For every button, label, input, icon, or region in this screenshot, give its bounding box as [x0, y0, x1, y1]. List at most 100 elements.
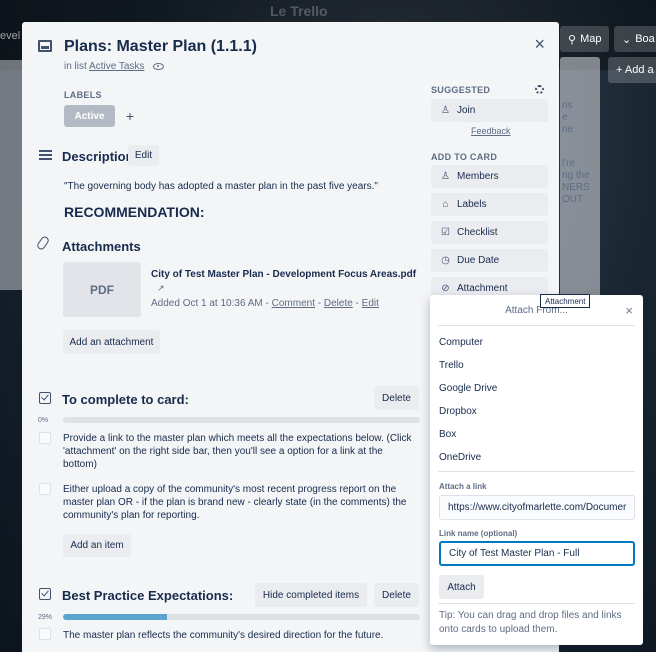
members-button[interactable]: ♙ Members: [431, 165, 548, 188]
gear-icon[interactable]: [535, 85, 544, 94]
list-fragment: ns: [562, 100, 573, 111]
person-icon: ♙: [441, 171, 450, 182]
list-fragment: ng the: [562, 170, 590, 181]
divider: [438, 603, 635, 604]
attach-button[interactable]: Attach: [439, 575, 484, 599]
checklist-item-text[interactable]: Provide a link to the master plan which …: [63, 432, 413, 471]
card-title[interactable]: Plans: Master Plan (1.1.1): [64, 38, 257, 56]
checklist-item-text[interactable]: The master plan reflects the community's…: [63, 629, 413, 642]
attachment-comment-link[interactable]: Comment: [272, 298, 315, 309]
tag-icon: ⌂: [442, 199, 449, 210]
add-to-card-heading: ADD TO CARD: [431, 152, 498, 162]
chevron-down-icon: ⌄: [622, 33, 632, 46]
attach-source-box[interactable]: Box: [439, 429, 456, 440]
checklist1-title: To complete to card:: [62, 392, 189, 407]
list-fragment: NERS: [562, 182, 590, 193]
checklist1-percent: 0%: [38, 417, 49, 424]
list-fragment: e: [562, 112, 568, 123]
divider: [438, 471, 635, 472]
attachment-edit-link[interactable]: Edit: [362, 298, 379, 309]
labels-button[interactable]: ⌂ Labels: [431, 193, 548, 216]
close-popover-button[interactable]: ×: [625, 303, 633, 318]
popover-title: Attach From...: [505, 305, 568, 316]
map-pin-icon: ⚲: [568, 33, 577, 46]
add-label-button[interactable]: +: [119, 105, 141, 127]
in-list-line: in list Active Tasks: [64, 61, 165, 72]
checklist-checkbox[interactable]: [39, 628, 51, 640]
description-edit-button[interactable]: Edit: [128, 145, 159, 166]
checkbox-icon: ☑: [441, 227, 450, 238]
attach-source-onedrive[interactable]: OneDrive: [439, 452, 481, 463]
clock-icon: ◷: [441, 255, 450, 266]
attach-link-label: Attach a link: [439, 482, 487, 491]
eye-icon[interactable]: [153, 62, 165, 70]
add-list-button[interactable]: + Add a: [608, 57, 656, 83]
checklist-label: Checklist: [457, 227, 498, 238]
attachment-delete-link[interactable]: Delete: [324, 298, 353, 309]
checklist-icon: [39, 588, 51, 600]
due-date-label: Due Date: [457, 255, 500, 266]
boards-button[interactable]: ⌄ Boa: [614, 26, 656, 52]
checklist1-delete-button[interactable]: Delete: [374, 386, 419, 410]
card-icon: [38, 40, 52, 52]
in-list-prefix: in list: [64, 61, 87, 72]
open-external-icon[interactable]: ↗: [157, 283, 165, 294]
hide-completed-button[interactable]: Hide completed items: [255, 583, 367, 607]
add-attachment-button[interactable]: Add an attachment: [63, 330, 160, 354]
attach-source-dropbox[interactable]: Dropbox: [439, 406, 477, 417]
checklist1-progress: [63, 417, 420, 423]
checklist2-title: Best Practice Expectations:: [62, 588, 234, 603]
map-button[interactable]: ⚲ Map: [560, 26, 610, 52]
paperclip-icon: [35, 234, 51, 252]
attachment-tooltip: Attachment: [540, 294, 591, 308]
attach-link-input[interactable]: https://www.cityofmarlette.com/Documer: [439, 495, 635, 520]
attachment-meta: Added Oct 1 at 10:36 AM - Comment - Dele…: [151, 298, 379, 309]
add-item-button[interactable]: Add an item: [63, 534, 131, 557]
description-icon: [39, 150, 52, 160]
divider: [438, 325, 635, 326]
description-heading: RECOMMENDATION:: [64, 204, 205, 220]
attachment-thumbnail[interactable]: PDF: [63, 262, 141, 317]
board-left-text: evel: [0, 30, 21, 42]
checklist2-delete-button[interactable]: Delete: [374, 583, 419, 607]
checklist2-progress-fill: [63, 614, 167, 620]
person-icon: ♙: [441, 105, 450, 116]
attachment-name[interactable]: City of Test Master Plan - Development F…: [151, 269, 416, 280]
attachment-added: Added Oct 1 at 10:36 AM -: [151, 298, 272, 309]
join-button[interactable]: ♙ Join: [431, 99, 548, 122]
attachment-label: Attachment: [457, 283, 508, 294]
list-fragment: l're: [562, 158, 576, 169]
board-list-left: [0, 60, 22, 290]
checklist-checkbox[interactable]: [39, 432, 51, 444]
suggested-heading: SUGGESTED: [431, 85, 491, 95]
boards-label: Boa: [635, 33, 655, 45]
labels-heading: LABELS: [64, 90, 102, 100]
label-active[interactable]: Active: [64, 105, 115, 127]
separator: -: [352, 298, 362, 309]
close-card-button[interactable]: ×: [534, 34, 545, 55]
link-name-input[interactable]: City of Test Master Plan - Full: [439, 541, 635, 566]
checklist-button[interactable]: ☑ Checklist: [431, 221, 548, 244]
attach-source-google-drive[interactable]: Google Drive: [439, 383, 497, 394]
attachments-title: Attachments: [62, 239, 141, 254]
popover-tip: Tip: You can drag and drop files and lin…: [439, 610, 622, 635]
due-date-button[interactable]: ◷ Due Date: [431, 249, 548, 272]
attach-popover: Attach From... × Computer Trello Google …: [430, 295, 643, 645]
checklist-checkbox[interactable]: [39, 483, 51, 495]
attach-source-computer[interactable]: Computer: [439, 337, 483, 348]
checklist2-progress: [63, 614, 420, 620]
board-title: Le Trello: [270, 3, 328, 19]
checklist-icon: [39, 392, 51, 404]
list-link[interactable]: Active Tasks: [89, 61, 144, 72]
checklist-item-text[interactable]: Either upload a copy of the community's …: [63, 483, 413, 522]
join-label: Join: [457, 105, 476, 116]
description-text: "The governing body has adopted a master…: [64, 181, 378, 192]
feedback-link[interactable]: Feedback: [471, 126, 511, 136]
paperclip-icon: ⊘: [441, 283, 450, 294]
separator: -: [314, 298, 324, 309]
list-fragment: OUT: [562, 194, 584, 205]
checklist2-percent: 29%: [38, 614, 53, 621]
attach-source-trello[interactable]: Trello: [439, 360, 464, 371]
description-title: Description: [62, 149, 134, 164]
map-label: Map: [580, 33, 602, 45]
